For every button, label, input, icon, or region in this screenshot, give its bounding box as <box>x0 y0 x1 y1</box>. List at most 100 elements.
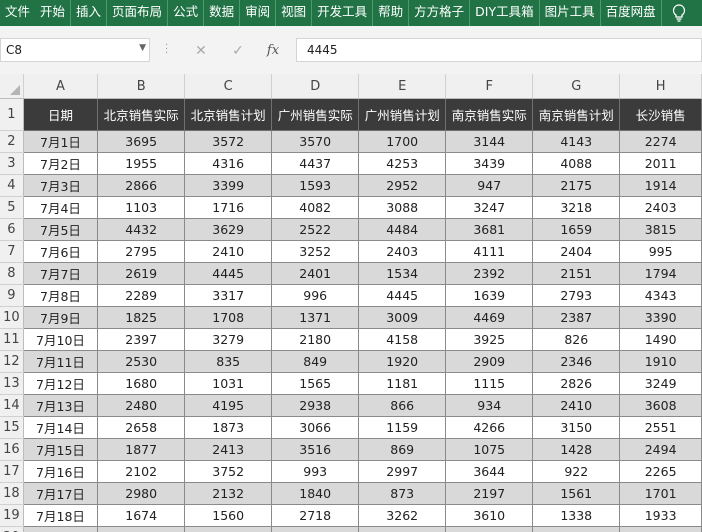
value-cell[interactable]: 4445 <box>184 262 273 285</box>
value-cell[interactable]: 2991 <box>97 526 186 532</box>
row-header[interactable]: 16 <box>0 438 24 461</box>
header-cell[interactable]: 广州销售实际 <box>271 98 360 131</box>
value-cell[interactable]: 996 <box>271 284 360 307</box>
value-cell[interactable]: 2410 <box>532 394 621 417</box>
value-cell[interactable]: 1639 <box>445 284 534 307</box>
name-box[interactable]: C8 ▼ <box>0 38 150 62</box>
value-cell[interactable]: 3516 <box>271 438 360 461</box>
value-cell[interactable]: 826 <box>532 328 621 351</box>
date-cell[interactable]: 7月12日 <box>22 372 99 395</box>
value-cell[interactable]: 2151 <box>532 262 621 285</box>
lightbulb-icon[interactable] <box>668 2 690 24</box>
value-cell[interactable]: 866 <box>358 394 447 417</box>
value-cell[interactable]: 2265 <box>619 460 702 483</box>
value-cell[interactable]: 2387 <box>532 306 621 329</box>
date-cell[interactable]: 7月17日 <box>22 482 99 505</box>
header-cell[interactable]: 日期 <box>22 98 99 131</box>
date-cell[interactable]: 7月7日 <box>22 262 99 285</box>
date-cell[interactable]: 7月16日 <box>22 460 99 483</box>
row-header[interactable]: 18 <box>0 482 24 505</box>
value-cell[interactable]: 3572 <box>184 130 273 153</box>
value-cell[interactable]: 1490 <box>619 328 702 351</box>
value-cell[interactable]: 2826 <box>532 372 621 395</box>
date-cell[interactable]: 7月14日 <box>22 416 99 439</box>
value-cell[interactable]: 1708 <box>184 306 273 329</box>
column-header[interactable]: A <box>23 74 99 99</box>
value-cell[interactable]: 1560 <box>184 504 273 527</box>
value-cell[interactable]: 3390 <box>619 306 702 329</box>
header-cell[interactable]: 北京销售计划 <box>184 98 273 131</box>
row-header[interactable]: 10 <box>0 306 24 329</box>
value-cell[interactable]: 4437 <box>271 152 360 175</box>
value-cell[interactable]: 1031 <box>184 372 273 395</box>
value-cell[interactable]: 2980 <box>97 482 186 505</box>
value-cell[interactable]: 1428 <box>532 438 621 461</box>
enter-icon[interactable]: ✓ <box>226 41 250 61</box>
value-cell[interactable]: 2413 <box>184 438 273 461</box>
value-cell[interactable]: 995 <box>619 240 702 263</box>
value-cell[interactable]: 1914 <box>619 174 702 197</box>
value-cell[interactable]: 3088 <box>358 196 447 219</box>
value-cell[interactable]: 4445 <box>358 284 447 307</box>
value-cell[interactable]: 4316 <box>184 152 273 175</box>
ribbon-tab[interactable]: 方方格子 <box>409 0 471 26</box>
column-header[interactable]: E <box>358 74 447 99</box>
value-cell[interactable]: 3247 <box>445 196 534 219</box>
value-cell[interactable]: 4195 <box>184 394 273 417</box>
value-cell[interactable]: 3570 <box>271 130 360 153</box>
row-header[interactable]: 8 <box>0 262 24 285</box>
value-cell[interactable]: 849 <box>271 350 360 373</box>
value-cell[interactable]: 4484 <box>358 218 447 241</box>
value-cell[interactable]: 1674 <box>97 504 186 527</box>
header-cell[interactable]: 广州销售计划 <box>358 98 447 131</box>
value-cell[interactable]: 2551 <box>619 416 702 439</box>
value-cell[interactable]: 1593 <box>271 174 360 197</box>
header-cell[interactable]: 北京销售实际 <box>97 98 186 131</box>
value-cell[interactable]: 1794 <box>619 262 702 285</box>
value-cell[interactable]: 2697 <box>358 526 447 532</box>
value-cell[interactable]: 4082 <box>271 196 360 219</box>
value-cell[interactable]: 1561 <box>532 482 621 505</box>
ribbon-tab[interactable]: 公式 <box>168 0 205 26</box>
column-header[interactable]: D <box>271 74 360 99</box>
value-cell[interactable]: 2494 <box>619 438 702 461</box>
ribbon-tab[interactable]: 数据 <box>204 0 241 26</box>
value-cell[interactable]: 2197 <box>445 482 534 505</box>
row-header[interactable]: 13 <box>0 372 24 395</box>
value-cell[interactable]: 1933 <box>619 504 702 527</box>
value-cell[interactable]: 1920 <box>358 350 447 373</box>
ribbon-tab[interactable]: 图片工具 <box>540 0 601 26</box>
value-cell[interactable]: 1181 <box>358 372 447 395</box>
date-cell[interactable]: 7月5日 <box>22 218 99 241</box>
value-cell[interactable]: 1338 <box>532 504 621 527</box>
header-cell[interactable]: 长沙销售 <box>619 98 702 131</box>
row-header[interactable]: 19 <box>0 504 24 527</box>
date-cell[interactable]: 7月9日 <box>22 306 99 329</box>
value-cell[interactable]: 2480 <box>97 394 186 417</box>
header-cell[interactable]: 南京销售实际 <box>445 98 534 131</box>
value-cell[interactable]: 3399 <box>184 174 273 197</box>
value-cell[interactable]: 2404 <box>532 240 621 263</box>
chevron-down-icon[interactable]: ▼ <box>139 43 146 53</box>
value-cell[interactable]: 1115 <box>445 372 534 395</box>
value-cell[interactable]: 934 <box>445 394 534 417</box>
value-cell[interactable]: 2938 <box>271 394 360 417</box>
value-cell[interactable]: 2952 <box>358 174 447 197</box>
date-cell[interactable]: 7月8日 <box>22 284 99 307</box>
formula-input[interactable]: 4445 <box>296 38 702 62</box>
value-cell[interactable]: 3252 <box>271 240 360 263</box>
ribbon-tab[interactable]: 视图 <box>276 0 313 26</box>
value-cell[interactable]: 947 <box>445 174 534 197</box>
row-header[interactable]: 2 <box>0 130 24 153</box>
value-cell[interactable]: 1159 <box>358 416 447 439</box>
date-cell[interactable]: 7月19日 <box>22 526 99 532</box>
value-cell[interactable]: 3066 <box>271 416 360 439</box>
value-cell[interactable]: 3009 <box>358 306 447 329</box>
date-cell[interactable]: 7月18日 <box>22 504 99 527</box>
ribbon-tab[interactable]: 开发工具 <box>312 0 374 26</box>
value-cell[interactable]: 2658 <box>97 416 186 439</box>
value-cell[interactable]: 3608 <box>619 394 702 417</box>
value-cell[interactable]: 1534 <box>358 262 447 285</box>
ribbon-tab[interactable]: 帮助 <box>373 0 410 26</box>
value-cell[interactable]: 2909 <box>445 350 534 373</box>
